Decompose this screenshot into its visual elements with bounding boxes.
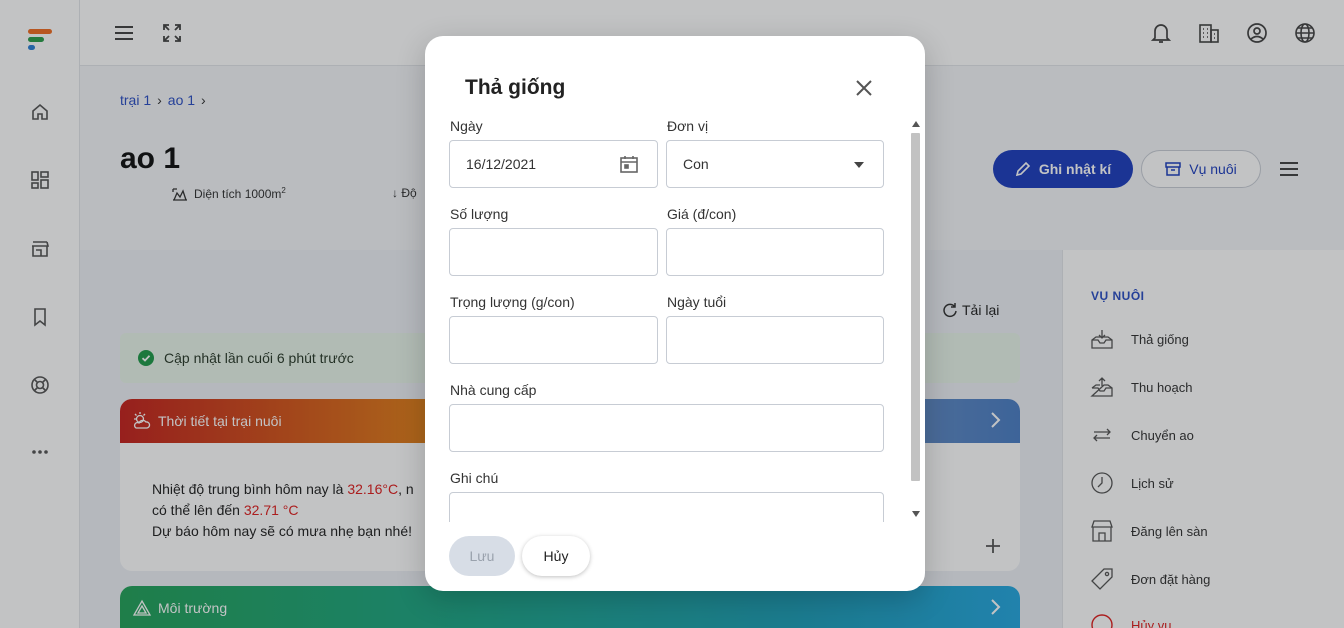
date-label: Ngày xyxy=(450,118,483,134)
calendar-icon[interactable] xyxy=(619,154,639,174)
quantity-field[interactable] xyxy=(449,228,658,276)
quantity-label: Số lượng xyxy=(450,206,509,222)
quantity-input[interactable] xyxy=(466,244,657,260)
close-icon[interactable] xyxy=(853,77,875,99)
save-button[interactable]: Lưu xyxy=(449,536,515,576)
stock-release-form: Ngày 16/12/2021 Đơn vị Con Số lượng Giá … xyxy=(425,116,923,522)
weight-label: Trọng lượng (g/con) xyxy=(450,294,575,310)
supplier-input[interactable] xyxy=(466,420,883,436)
age-label: Ngày tuổi xyxy=(667,294,727,310)
note-label: Ghi chú xyxy=(450,470,499,486)
note-field[interactable] xyxy=(449,492,884,522)
dialog-title: Thả giống xyxy=(465,76,566,99)
dialog-scrollbar[interactable] xyxy=(909,117,923,522)
age-field[interactable] xyxy=(666,316,884,364)
unit-value: Con xyxy=(683,156,709,172)
scrollbar-thumb[interactable] xyxy=(911,133,920,481)
age-input[interactable] xyxy=(683,332,883,348)
date-value: 16/12/2021 xyxy=(466,156,537,172)
scroll-up-arrow-icon[interactable] xyxy=(912,121,920,127)
scroll-down-arrow-icon[interactable] xyxy=(912,511,920,517)
date-field[interactable]: 16/12/2021 xyxy=(449,140,658,188)
weight-input[interactable] xyxy=(466,332,657,348)
unit-label: Đơn vị xyxy=(667,118,709,134)
cancel-button[interactable]: Hủy xyxy=(522,536,590,576)
stock-release-dialog: Thả giống Ngày 16/12/2021 Đơn vị Con Số … xyxy=(425,36,925,591)
unit-select[interactable]: Con xyxy=(666,140,884,188)
supplier-label: Nhà cung cấp xyxy=(450,382,537,398)
supplier-field[interactable] xyxy=(449,404,884,452)
weight-field[interactable] xyxy=(449,316,658,364)
price-input[interactable] xyxy=(683,244,883,260)
price-label: Giá (đ/con) xyxy=(667,206,737,222)
price-field[interactable] xyxy=(666,228,884,276)
dropdown-caret-icon xyxy=(854,162,864,168)
